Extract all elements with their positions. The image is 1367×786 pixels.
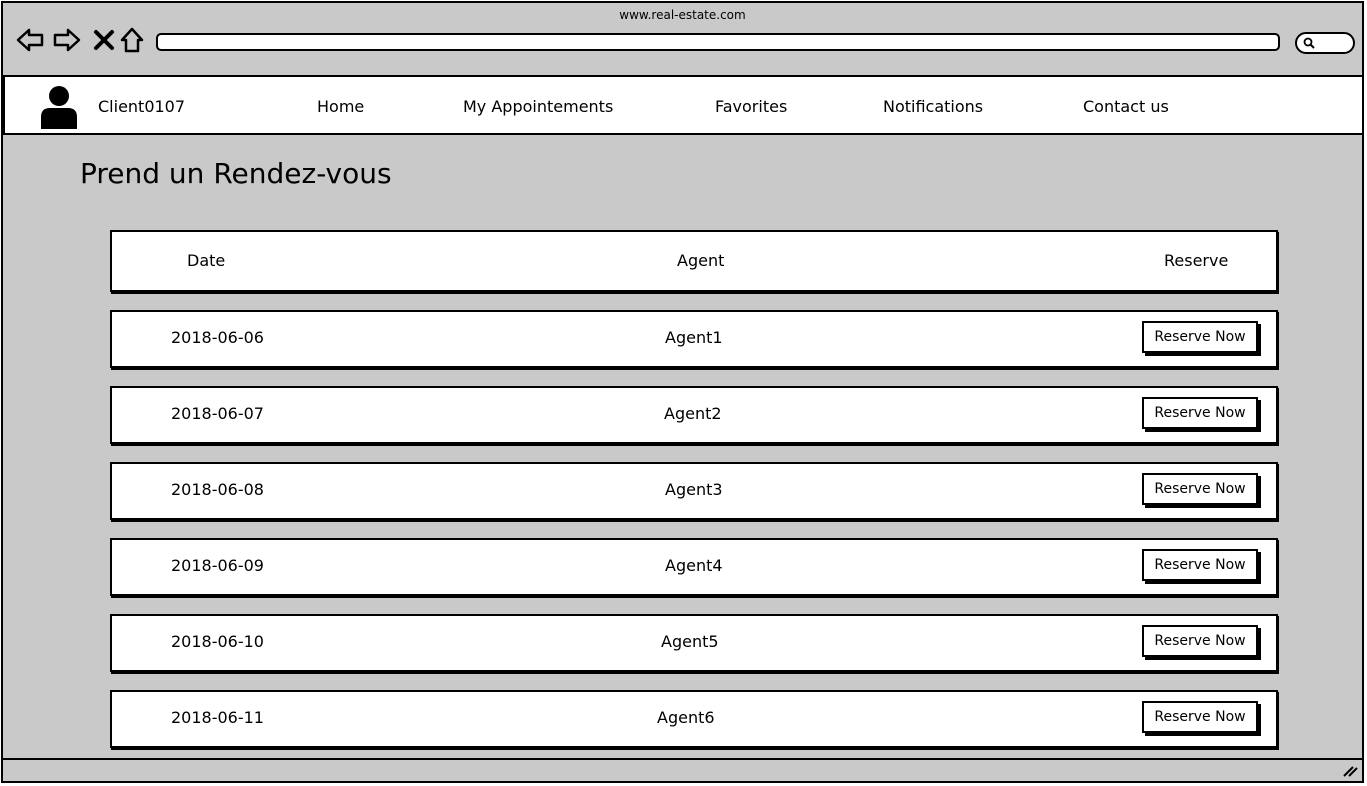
reserve-now-button[interactable]: Reserve Now [1142, 321, 1258, 353]
page-title: Prend un Rendez-vous [80, 157, 392, 190]
row-date: 2018-06-09 [171, 556, 264, 575]
close-icon[interactable] [89, 25, 114, 55]
row-date: 2018-06-10 [171, 632, 264, 651]
user-avatar-icon[interactable] [39, 85, 79, 129]
table-row: 2018-06-07 Agent2 Reserve Now [110, 386, 1278, 444]
row-date: 2018-06-06 [171, 328, 264, 347]
row-date: 2018-06-08 [171, 480, 264, 499]
table-row: 2018-06-09 Agent4 Reserve Now [110, 538, 1278, 596]
nav-home[interactable]: Home [317, 97, 364, 116]
username-label: Client0107 [98, 97, 186, 116]
home-icon[interactable] [117, 25, 147, 55]
forward-arrow-icon[interactable] [52, 25, 82, 55]
row-agent: Agent3 [665, 480, 723, 499]
row-agent: Agent6 [657, 708, 715, 727]
row-date: 2018-06-11 [171, 708, 264, 727]
address-bar[interactable] [156, 33, 1280, 51]
nav-favorites[interactable]: Favorites [715, 97, 787, 116]
table-row: 2018-06-06 Agent1 Reserve Now [110, 310, 1278, 368]
back-arrow-icon[interactable] [15, 25, 45, 55]
reserve-now-button[interactable]: Reserve Now [1142, 397, 1258, 429]
reserve-now-button[interactable]: Reserve Now [1142, 549, 1258, 581]
row-agent: Agent2 [664, 404, 722, 423]
navbar: Client0107 Home My Appointements Favorit… [3, 75, 1362, 135]
reserve-now-button[interactable]: Reserve Now [1142, 701, 1258, 733]
header-agent: Agent [677, 251, 725, 270]
nav-my-appointements[interactable]: My Appointements [463, 97, 613, 116]
reserve-now-button[interactable]: Reserve Now [1142, 625, 1258, 657]
row-agent: Agent1 [665, 328, 723, 347]
url-caption: www.real-estate.com [619, 8, 746, 22]
reserve-now-button[interactable]: Reserve Now [1142, 473, 1258, 505]
browser-window: www.real-estate.com Client0107 Home My A… [1, 1, 1364, 783]
table-header: Date Agent Reserve [110, 230, 1278, 292]
status-bar-divider [3, 758, 1362, 760]
table-row: 2018-06-10 Agent5 Reserve Now [110, 614, 1278, 672]
header-date: Date [187, 251, 226, 270]
resize-grip-icon[interactable] [1342, 765, 1358, 777]
header-reserve: Reserve [1164, 251, 1229, 270]
row-agent: Agent4 [665, 556, 723, 575]
search-box[interactable] [1295, 32, 1355, 54]
table-row: 2018-06-11 Agent6 Reserve Now [110, 690, 1278, 748]
table-row: 2018-06-08 Agent3 Reserve Now [110, 462, 1278, 520]
search-icon [1303, 37, 1315, 49]
row-agent: Agent5 [661, 632, 719, 651]
row-date: 2018-06-07 [171, 404, 264, 423]
nav-contact-us[interactable]: Contact us [1083, 97, 1169, 116]
nav-notifications[interactable]: Notifications [883, 97, 983, 116]
